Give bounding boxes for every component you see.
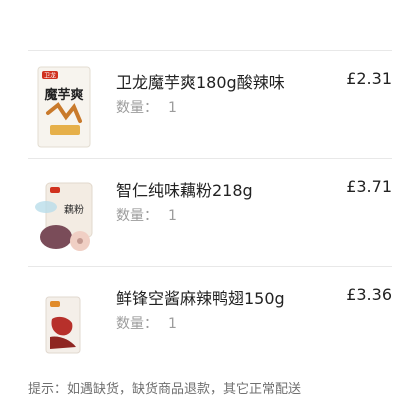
order-item-1[interactable]: 卫龙 魔芋爽 卫龙魔芋爽180g酸辣味 £2.31 数量： 1	[28, 50, 392, 159]
product-price: £3.36	[346, 285, 392, 304]
stock-notice: 提示：如遇缺货，缺货商品退款，其它正常配送	[28, 382, 302, 397]
product-brand-text: 卫龙	[44, 72, 56, 80]
quantity-value: 1	[168, 316, 177, 332]
quantity-value: 1	[168, 208, 177, 224]
product-price: £3.71	[346, 177, 392, 196]
quantity-label: 数量：	[116, 100, 158, 116]
order-item-2[interactable]: 藕粉 智仁纯味藕粉218g £3.71 数量： 1	[28, 158, 392, 267]
quantity-row: 数量： 1	[116, 313, 177, 333]
product-name[interactable]: 卫龙魔芋爽180g酸辣味	[116, 69, 285, 93]
duck-wings-pack-icon[interactable]	[28, 275, 100, 367]
quantity-row: 数量： 1	[116, 205, 177, 225]
product-name[interactable]: 智仁纯味藕粉218g	[116, 177, 253, 201]
product-package-text: 魔芋爽	[44, 87, 83, 103]
product-price: £2.31	[346, 69, 392, 88]
product-name[interactable]: 鲜锋空酱麻辣鸭翅150g	[116, 285, 285, 309]
lotus-root-powder-icon[interactable]: 藕粉	[28, 167, 100, 259]
order-item-3[interactable]: 鲜锋空酱麻辣鸭翅150g £3.36 数量： 1	[28, 266, 392, 375]
konjac-snack-pack-icon[interactable]: 卫龙 魔芋爽	[28, 59, 100, 151]
quantity-row: 数量： 1	[116, 97, 177, 117]
product-package-text: 藕粉	[64, 203, 84, 216]
quantity-value: 1	[168, 100, 177, 116]
order-item-card: 卫龙 魔芋爽 卫龙魔芋爽180g酸辣味 £2.31 数量： 1 藕粉 智仁纯味藕…	[0, 0, 420, 420]
quantity-label: 数量：	[116, 208, 158, 224]
quantity-label: 数量：	[116, 316, 158, 332]
